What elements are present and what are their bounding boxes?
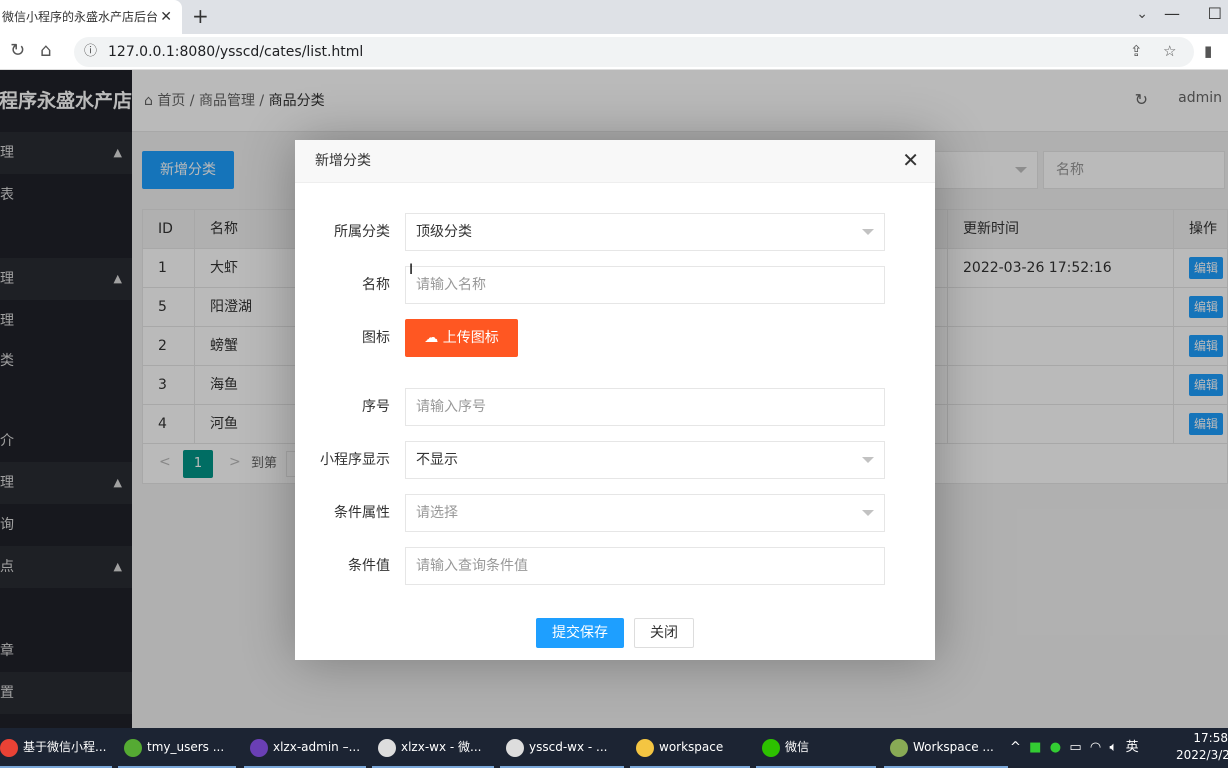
- taskbar: 基于微信小程... tmy_users ... xlzx-admin –... xlz…: [0, 728, 1228, 768]
- taskbar-app[interactable]: xlzx-admin –...: [244, 728, 366, 768]
- field-label: 小程序显示: [320, 452, 390, 468]
- taskbar-app[interactable]: Workspace ...: [884, 728, 1008, 768]
- app-label: Workspace ...: [913, 740, 994, 754]
- system-tray: ^ ■ ● ▭ ◠ 🔈︎ 英: [1010, 728, 1139, 768]
- chevron-down-icon: [862, 457, 874, 469]
- add-category-dialog: 新增分类 ✕ 所属分类 顶级分类名称 请输入名称图标 ☁ 上传图标序号 请输入序号小程序…: [295, 140, 935, 660]
- side-panel-icon[interactable]: ▮: [1204, 42, 1212, 60]
- bookmark-star-icon[interactable]: ☆: [1163, 42, 1176, 60]
- field-input[interactable]: 请输入名称: [405, 266, 885, 304]
- app-label: workspace: [659, 740, 724, 754]
- field-value: 顶级分类: [416, 224, 472, 240]
- close-tab-icon[interactable]: ✕: [160, 0, 172, 34]
- field-value: 请输入查询条件值: [416, 558, 528, 574]
- tray-expand-icon[interactable]: ^: [1010, 740, 1021, 755]
- cloud-upload-icon: ☁: [424, 330, 443, 346]
- app-label: 基于微信小程...: [23, 740, 107, 754]
- field-label: 条件属性: [334, 505, 390, 521]
- upload-label: 上传图标: [442, 330, 499, 346]
- field-label: 所属分类: [334, 224, 390, 240]
- field-input[interactable]: 请输入查询条件值: [405, 547, 885, 585]
- maximize-icon[interactable]: ☐: [1208, 4, 1222, 23]
- app-label: 微信: [785, 740, 810, 754]
- field-value: 请输入名称: [416, 277, 486, 293]
- submit-save-button[interactable]: 提交保存: [536, 618, 624, 648]
- minimize-icon[interactable]: —: [1164, 4, 1180, 23]
- field-select[interactable]: 顶级分类: [405, 213, 885, 251]
- browser-tab[interactable]: 微信小程序的永盛水产店后台 ✕: [0, 0, 182, 34]
- info-icon[interactable]: ⓘ: [84, 37, 97, 67]
- new-tab-icon[interactable]: +: [192, 4, 209, 28]
- app-icon: [762, 738, 780, 757]
- clock-date: 2022/3/26: [1176, 748, 1228, 762]
- browser-tab-bar: 微信小程序的永盛水产店后台 ✕ + ⌄ — ☐: [0, 0, 1228, 34]
- app-label: xlzx-admin –...: [273, 740, 361, 754]
- clock[interactable]: 17:58 2022/3/26: [1176, 730, 1228, 764]
- url-input[interactable]: ⓘ 127.0.0.1:8080/ysscd/cates/list.html: [74, 37, 1194, 67]
- taskbar-app[interactable]: tmy_users ...: [118, 728, 236, 768]
- close-button[interactable]: 关闭: [634, 618, 694, 648]
- taskbar-app[interactable]: ysscd-wx - ...: [500, 728, 624, 768]
- wechat-tray-icon[interactable]: ●: [1050, 740, 1061, 755]
- dialog-title: 新增分类: [295, 140, 935, 183]
- app-icon: [124, 738, 142, 757]
- text-cursor-icon: I: [409, 262, 414, 278]
- field-input[interactable]: 请输入序号: [405, 388, 885, 426]
- app-icon: [0, 738, 18, 757]
- app-icon: [890, 738, 908, 757]
- volume-icon[interactable]: 🔈︎: [1110, 740, 1118, 755]
- app-icon: [250, 738, 268, 757]
- app-label: ysscd-wx - ...: [529, 740, 608, 754]
- field-label: 名称: [362, 277, 390, 293]
- tab-search-chevron-icon[interactable]: ⌄: [1136, 6, 1148, 22]
- taskbar-app[interactable]: workspace: [630, 728, 750, 768]
- app-icon: [636, 738, 654, 757]
- field-select[interactable]: 请选择: [405, 494, 885, 532]
- home-icon[interactable]: ⌂: [40, 40, 51, 61]
- clock-time: 17:58: [1193, 731, 1228, 745]
- share-icon[interactable]: ⇪: [1130, 42, 1143, 60]
- field-select[interactable]: 不显示: [405, 441, 885, 479]
- tray-app-icon[interactable]: ■: [1029, 740, 1041, 755]
- field-label: 序号: [362, 399, 390, 415]
- app-label: xlzx-wx - 微...: [401, 740, 482, 754]
- ime-indicator[interactable]: 英: [1126, 740, 1139, 755]
- chevron-down-icon: [862, 229, 874, 241]
- reload-icon[interactable]: ↻: [10, 40, 25, 61]
- field-value: 请选择: [416, 505, 458, 521]
- field-value: 不显示: [416, 452, 458, 468]
- app-label: tmy_users ...: [147, 740, 225, 754]
- chevron-down-icon: [862, 510, 874, 522]
- field-value: 请输入序号: [416, 399, 486, 415]
- app-icon: [506, 738, 524, 757]
- app-icon: [378, 738, 396, 757]
- address-bar: ↻ ⌂ ⓘ 127.0.0.1:8080/ysscd/cates/list.htm…: [0, 34, 1228, 70]
- tab-title: 微信小程序的永盛水产店后台: [2, 10, 159, 24]
- taskbar-app[interactable]: 基于微信小程...: [0, 728, 112, 768]
- taskbar-app[interactable]: 微信: [756, 728, 876, 768]
- url-text: 127.0.0.1:8080/ysscd/cates/list.html: [108, 44, 364, 60]
- taskbar-app[interactable]: xlzx-wx - 微...: [372, 728, 494, 768]
- admin-page: 小程序永盛水产店 理▲表理▲理类介理▲询点▲章置 ⌂ 首页 / 商品管理 / 商…: [0, 70, 1228, 728]
- close-icon[interactable]: ✕: [902, 150, 919, 170]
- field-label: 条件值: [348, 558, 390, 574]
- field-label: 图标: [362, 330, 390, 346]
- upload-icon-button[interactable]: ☁ 上传图标: [405, 319, 518, 357]
- battery-icon[interactable]: ▭: [1069, 740, 1081, 755]
- wifi-icon[interactable]: ◠: [1090, 740, 1101, 755]
